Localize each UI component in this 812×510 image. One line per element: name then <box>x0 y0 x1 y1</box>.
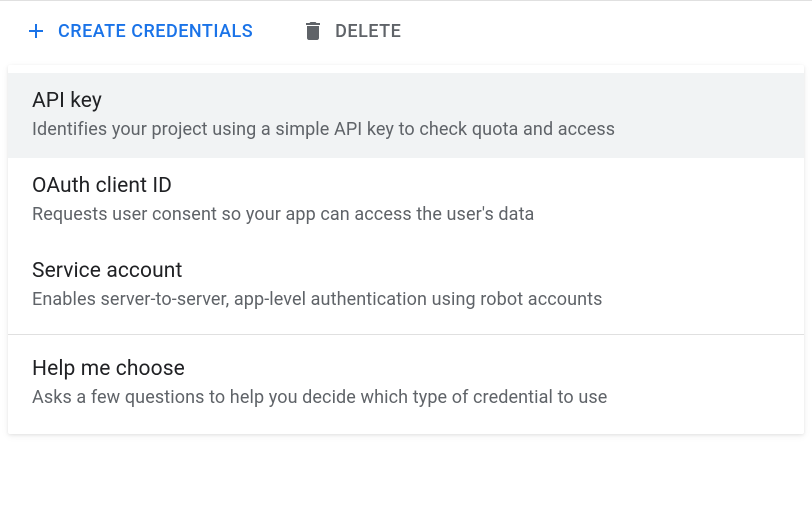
menu-item-title: Service account <box>32 259 780 283</box>
menu-item-oauth-client-id[interactable]: OAuth client ID Requests user consent so… <box>8 158 804 243</box>
menu-item-help-me-choose[interactable]: Help me choose Asks a few questions to h… <box>8 341 804 426</box>
menu-divider <box>8 334 804 335</box>
menu-item-description: Identifies your project using a simple A… <box>32 119 780 140</box>
menu-item-api-key[interactable]: API key Identifies your project using a … <box>8 73 804 158</box>
menu-item-description: Requests user consent so your app can ac… <box>32 204 780 225</box>
create-credentials-label: CREATE CREDENTIALS <box>58 21 253 42</box>
menu-item-service-account[interactable]: Service account Enables server-to-server… <box>8 243 804 328</box>
menu-item-description: Asks a few questions to help you decide … <box>32 387 780 408</box>
delete-button[interactable]: DELETE <box>301 19 401 43</box>
menu-item-title: OAuth client ID <box>32 174 780 198</box>
credentials-dropdown-menu: API key Identifies your project using a … <box>8 65 804 434</box>
menu-item-description: Enables server-to-server, app-level auth… <box>32 289 780 310</box>
menu-item-title: API key <box>32 89 780 113</box>
delete-label: DELETE <box>335 21 401 42</box>
create-credentials-button[interactable]: CREATE CREDENTIALS <box>24 19 253 43</box>
toolbar: CREATE CREDENTIALS DELETE <box>0 1 812 61</box>
trash-icon <box>301 19 325 43</box>
menu-item-title: Help me choose <box>32 357 780 381</box>
plus-icon <box>24 19 48 43</box>
